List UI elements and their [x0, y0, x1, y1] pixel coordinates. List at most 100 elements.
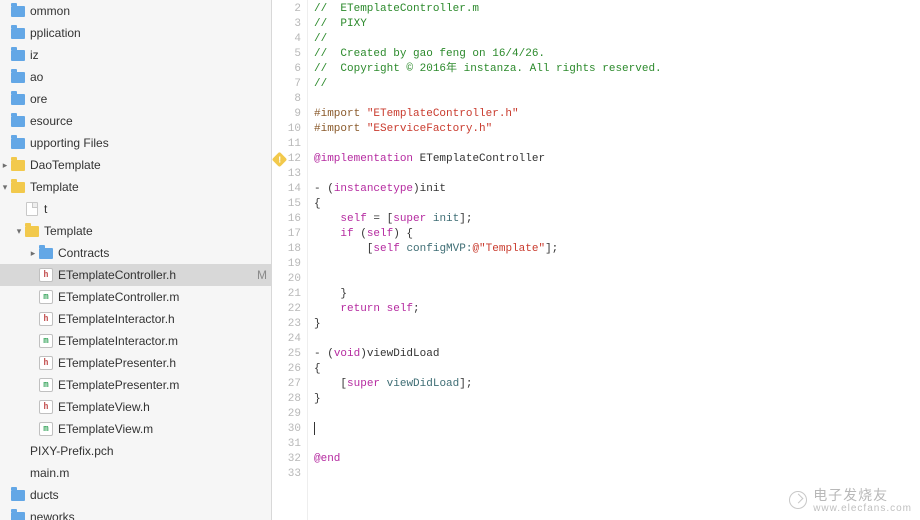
code-line[interactable]	[314, 92, 920, 107]
file-icon	[24, 201, 40, 217]
disclosure-icon[interactable]: ▾	[14, 226, 24, 237]
code-line[interactable]: //	[314, 77, 920, 92]
code-line[interactable]: {	[314, 197, 920, 212]
tree-row[interactable]: PIXY-Prefix.pch	[0, 440, 271, 462]
code-line[interactable]: #import "EServiceFactory.h"	[314, 122, 920, 137]
code-editor[interactable]: 2345678910111213141516171819202122232425…	[272, 0, 920, 520]
tree-row[interactable]: mETemplateView.m	[0, 418, 271, 440]
code-line[interactable]: @end	[314, 452, 920, 467]
code-area[interactable]: // ETemplateController.m// PIXY//// Crea…	[308, 0, 920, 520]
tree-row[interactable]: hETemplateInteractor.h	[0, 308, 271, 330]
line-number: 14	[272, 182, 307, 197]
code-line[interactable]: - (void)viewDidLoad	[314, 347, 920, 362]
tree-item-label: upporting Files	[30, 136, 253, 150]
tree-item-label: ao	[30, 70, 253, 84]
tree-row[interactable]: hETemplatePresenter.h	[0, 352, 271, 374]
tree-item-label: iz	[30, 48, 253, 62]
code-line[interactable]: }	[314, 287, 920, 302]
tree-row[interactable]: ducts	[0, 484, 271, 506]
project-navigator[interactable]: ommonpplication iz ao ore esource upporting F…	[0, 0, 272, 520]
code-line[interactable]	[314, 272, 920, 287]
line-number: 21	[272, 287, 307, 302]
tree-row[interactable]: ▾ Template	[0, 176, 271, 198]
code-line[interactable]: [self configMVP:@"Template"];	[314, 242, 920, 257]
watermark-url: www.elecfans.com	[813, 503, 912, 514]
code-line[interactable]: // ETemplateController.m	[314, 2, 920, 17]
line-number: 2	[272, 2, 307, 17]
watermark-text: 电子发烧友 www.elecfans.com	[813, 485, 912, 514]
tree-row[interactable]: pplication	[0, 22, 271, 44]
code-line[interactable]: // PIXY	[314, 17, 920, 32]
tree-row[interactable]: neworks	[0, 506, 271, 520]
tree-item-label: ETemplateController.h	[58, 268, 253, 282]
tree-row[interactable]: ore	[0, 88, 271, 110]
tree-row[interactable]: mETemplatePresenter.m	[0, 374, 271, 396]
tree-row[interactable]: hETemplateView.h	[0, 396, 271, 418]
tree-row[interactable]: ▸DaoTemplate	[0, 154, 271, 176]
tree-item-label: main.m	[30, 466, 253, 480]
code-line[interactable]: self = [super init];	[314, 212, 920, 227]
code-line[interactable]	[314, 332, 920, 347]
line-number: 20	[272, 272, 307, 287]
header-file-icon: h	[38, 399, 54, 415]
code-line[interactable]: // Copyright © 2016年 instanza. All right…	[314, 62, 920, 77]
code-line[interactable]: //	[314, 32, 920, 47]
line-number-gutter: 2345678910111213141516171819202122232425…	[272, 0, 308, 520]
tree-row[interactable]: ▸Contracts	[0, 242, 271, 264]
tree-row[interactable]: mETemplateInteractor.m	[0, 330, 271, 352]
tree-row[interactable]: upporting Files	[0, 132, 271, 154]
disclosure-icon[interactable]: ▸	[0, 160, 10, 171]
tree-item-label: Template	[30, 180, 253, 194]
tree-item-label: esource	[30, 114, 253, 128]
impl-file-icon: m	[38, 289, 54, 305]
code-line[interactable]: @implementation ETemplateController	[314, 152, 920, 167]
line-number: 30	[272, 422, 307, 437]
code-line[interactable]: if (self) {	[314, 227, 920, 242]
code-line[interactable]: [super viewDidLoad];	[314, 377, 920, 392]
code-line[interactable]	[314, 257, 920, 272]
code-line[interactable]: #import "ETemplateController.h"	[314, 107, 920, 122]
code-line[interactable]: // Created by gao feng on 16/4/26.	[314, 47, 920, 62]
folder-icon	[10, 113, 26, 129]
code-line[interactable]: - (instancetype)init	[314, 182, 920, 197]
tree-item-label: ETemplatePresenter.m	[58, 378, 253, 392]
folder-icon	[10, 25, 26, 41]
code-line[interactable]	[314, 167, 920, 182]
tree-row[interactable]: mETemplateController.m	[0, 286, 271, 308]
blank-icon	[10, 443, 26, 459]
tree-row[interactable]: ommon	[0, 0, 271, 22]
impl-file-icon: m	[38, 421, 54, 437]
code-line[interactable]: {	[314, 362, 920, 377]
tree-row[interactable]: ao	[0, 66, 271, 88]
tree-row[interactable]: iz	[0, 44, 271, 66]
tree-row[interactable]: main.m	[0, 462, 271, 484]
header-file-icon: h	[38, 311, 54, 327]
code-line[interactable]: return self;	[314, 302, 920, 317]
watermark-label: 电子发烧友	[813, 489, 888, 504]
tree-row[interactable]: ▾Template	[0, 220, 271, 242]
disclosure-icon[interactable]: ▾	[0, 182, 10, 193]
tree-item-label: t	[44, 202, 253, 216]
folder-icon	[10, 3, 26, 19]
disclosure-icon[interactable]: ▸	[28, 248, 38, 259]
code-line[interactable]	[314, 467, 920, 482]
scm-status: M	[253, 268, 271, 282]
line-number: 16	[272, 212, 307, 227]
tree-row[interactable]: h ETemplateController.hM	[0, 264, 271, 286]
code-line[interactable]	[314, 422, 920, 437]
warning-icon[interactable]	[272, 151, 288, 167]
folder-icon	[10, 509, 26, 520]
code-line[interactable]	[314, 407, 920, 422]
code-line[interactable]	[314, 437, 920, 452]
tree-row[interactable]: t	[0, 198, 271, 220]
line-number: 31	[272, 437, 307, 452]
tree-item-label: ducts	[30, 488, 253, 502]
header-file-icon: h	[38, 267, 54, 283]
code-line[interactable]	[314, 137, 920, 152]
code-line[interactable]: }	[314, 392, 920, 407]
line-number: 8	[272, 92, 307, 107]
code-line[interactable]: }	[314, 317, 920, 332]
tree-row[interactable]: esource	[0, 110, 271, 132]
line-number: 10	[272, 122, 307, 137]
line-number: 7	[272, 77, 307, 92]
